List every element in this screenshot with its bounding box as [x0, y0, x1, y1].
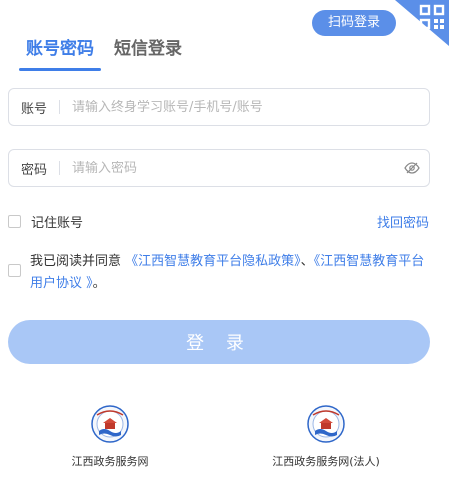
qr-code-icon — [419, 4, 445, 30]
agreement-prefix: 我已阅读并同意 — [30, 254, 122, 269]
account-label: 账号 — [21, 101, 48, 117]
gov-service-legal-label: 江西政务服务网(法人) — [272, 455, 380, 468]
account-divider — [59, 100, 61, 114]
remember-label: 记住账号 — [31, 216, 84, 231]
password-input[interactable] — [72, 160, 395, 176]
scan-login-button[interactable]: 扫码登录 — [312, 10, 396, 36]
qr-login-corner[interactable] — [395, 0, 449, 46]
gov-service-logo-icon — [91, 405, 129, 443]
agreement-suffix: 。 — [92, 276, 106, 291]
toggle-password-visibility[interactable] — [395, 162, 429, 174]
account-field: 账号 — [8, 88, 430, 126]
gov-service-label: 江西政务服务网 — [71, 455, 149, 468]
gov-service-legal-login[interactable]: 江西政务服务网(法人) — [258, 405, 394, 469]
login-tabs: 账号密码 短信登录 — [19, 34, 182, 71]
gov-service-legal-logo-icon — [307, 405, 345, 443]
tab-password-login[interactable]: 账号密码 — [19, 34, 101, 71]
agreement-separator: 、 — [300, 254, 314, 269]
password-label: 密码 — [21, 162, 48, 178]
eye-off-icon — [404, 162, 420, 174]
agreement-checkbox[interactable] — [8, 264, 21, 277]
agreement: 我已阅读并同意 《江西智慧教育平台隐私政策》、《江西智慧教育平台用户协议 》。 — [8, 251, 428, 295]
agreement-text: 我已阅读并同意 《江西智慧教育平台隐私政策》、《江西智慧教育平台用户协议 》。 — [30, 251, 428, 295]
password-divider — [59, 161, 61, 175]
gov-service-login[interactable]: 江西政务服务网 — [60, 405, 160, 469]
password-field: 密码 — [8, 149, 430, 187]
privacy-policy-link[interactable]: 《江西智慧教育平台隐私政策》 — [125, 254, 301, 269]
remember-checkbox[interactable] — [8, 215, 21, 228]
forgot-password-link[interactable]: 找回密码 — [377, 212, 429, 231]
tab-sms-login[interactable]: 短信登录 — [114, 34, 182, 71]
login-button[interactable]: 登 录 — [8, 320, 430, 364]
account-input[interactable] — [72, 99, 429, 115]
remember-account: 记住账号 — [8, 212, 83, 231]
